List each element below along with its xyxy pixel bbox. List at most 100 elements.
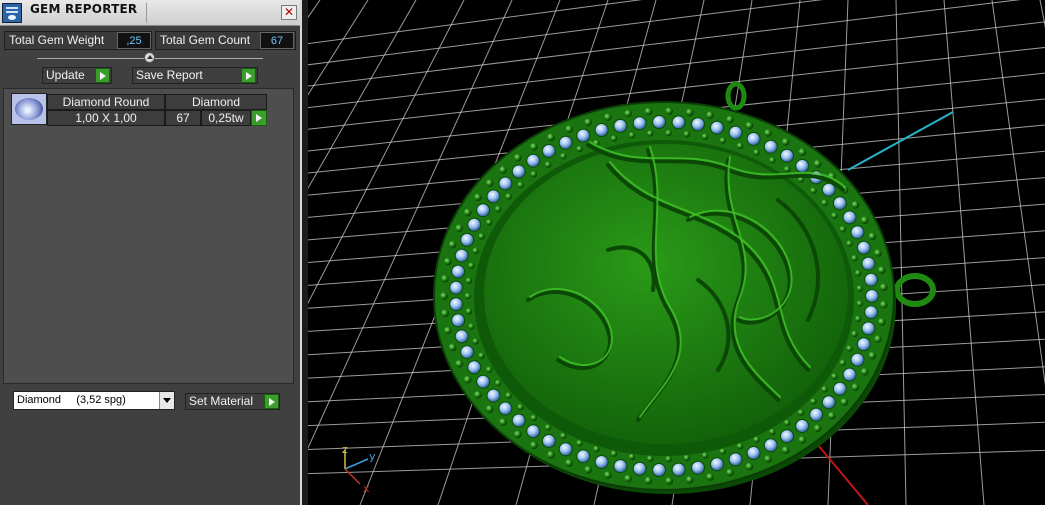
- diamond-stone: [856, 240, 871, 255]
- diamond-stone: [842, 210, 857, 225]
- grid-line: [308, 21, 1045, 109]
- gem-weight-cell: 0,25tw: [201, 110, 251, 126]
- viewport-3d[interactable]: z y x: [308, 0, 1045, 505]
- diamond-stone: [594, 455, 609, 469]
- diamond-stone: [780, 148, 794, 163]
- diamond-stone: [710, 457, 724, 472]
- rim-bead: [628, 453, 636, 460]
- rim-bead: [736, 443, 744, 450]
- rim-bead: [665, 455, 672, 463]
- diamond-stone: [511, 413, 526, 428]
- grid-line: [308, 0, 1021, 87]
- rim-bead: [813, 159, 822, 168]
- rim-bead: [854, 315, 862, 323]
- diamond-stone: [460, 345, 475, 360]
- diamond-stone: [526, 424, 541, 439]
- rim-bead: [854, 269, 862, 277]
- diamond-stone: [467, 217, 482, 232]
- rim-bead: [868, 232, 877, 241]
- panel-collapse-handle[interactable]: [144, 52, 155, 63]
- diamond-stone: [728, 452, 743, 467]
- material-select[interactable]: Diamond (3,52 spg): [13, 391, 175, 410]
- diamond-stone: [632, 116, 647, 131]
- diamond-stone: [467, 360, 482, 375]
- rim-bead: [444, 326, 452, 335]
- chevron-down-icon[interactable]: [159, 392, 174, 409]
- diamond-stone: [861, 321, 876, 336]
- rim-bead: [499, 166, 507, 174]
- set-material-button-label: Set Material: [189, 394, 254, 408]
- rim-bead: [517, 403, 524, 411]
- rim-bead: [576, 145, 583, 153]
- rim-bead: [683, 454, 691, 462]
- rim-bead: [544, 424, 552, 431]
- rim-bead: [584, 465, 592, 474]
- rim-bead: [736, 142, 744, 149]
- rim-bead: [797, 409, 805, 416]
- rim-bead: [468, 323, 475, 330]
- rim-bead: [604, 113, 612, 121]
- rim-bead: [530, 414, 537, 421]
- save-report-button[interactable]: Save Report: [132, 67, 258, 84]
- update-button[interactable]: Update: [42, 67, 112, 84]
- diamond-stone: [558, 135, 573, 150]
- total-gem-weight-value[interactable]: ,25: [117, 32, 151, 49]
- rim-bead: [665, 107, 673, 115]
- axis-y-label: y: [369, 450, 376, 463]
- rim-bead: [472, 338, 479, 345]
- total-gem-count-value[interactable]: 67: [260, 32, 294, 49]
- diamond-stone: [763, 139, 778, 154]
- rim-bead: [604, 471, 612, 479]
- rim-bead: [878, 266, 886, 274]
- rim-bead: [880, 300, 888, 309]
- rim-bead: [495, 379, 502, 387]
- rim-bead: [810, 398, 817, 405]
- panel-titlebar[interactable]: GEM REPORTER ✕: [0, 0, 300, 26]
- diamond-thumbnail-icon: [11, 93, 47, 125]
- titlebar-divider: [146, 3, 147, 23]
- rim-bead: [647, 130, 654, 137]
- rim-bead: [444, 257, 452, 266]
- rim-bead: [874, 249, 882, 257]
- diamond-stone: [809, 407, 824, 422]
- rim-bead: [831, 212, 838, 219]
- rim-bead: [441, 309, 449, 318]
- rim-bead: [530, 441, 538, 450]
- diamond-stone: [498, 401, 513, 416]
- rim-bead: [851, 330, 858, 338]
- play-arrow-icon[interactable]: [95, 68, 110, 83]
- diamond-stone: [832, 196, 847, 211]
- rim-bead: [624, 109, 632, 118]
- rim-bead: [846, 240, 853, 247]
- diamond-stone: [842, 367, 857, 382]
- rim-bead: [745, 121, 754, 130]
- rim-bead: [831, 373, 838, 380]
- rim-bead: [485, 405, 494, 413]
- play-arrow-icon[interactable]: [251, 110, 267, 126]
- diamond-stone: [541, 434, 556, 448]
- diamond-stone: [511, 164, 526, 179]
- rim-bead: [463, 375, 472, 384]
- diamond-stone: [558, 442, 573, 457]
- rim-bead: [781, 446, 790, 454]
- close-icon[interactable]: ✕: [281, 5, 297, 20]
- play-arrow-icon[interactable]: [264, 394, 279, 409]
- grid-line: [895, 0, 907, 505]
- rim-bead: [851, 383, 860, 392]
- diamond-stone: [613, 459, 628, 474]
- rim-bead: [448, 343, 457, 352]
- set-material-button[interactable]: Set Material: [185, 393, 280, 410]
- grid-line: [1039, 0, 1045, 28]
- diamond-stone: [710, 120, 724, 135]
- rim-bead: [560, 432, 567, 440]
- play-arrow-icon[interactable]: [241, 68, 256, 83]
- rim-bead: [769, 428, 776, 435]
- x-axis-line: [817, 444, 869, 505]
- grid-line: [308, 0, 321, 19]
- rim-bead: [455, 360, 464, 368]
- diamond-stone: [451, 264, 466, 279]
- diamond-stone: [691, 460, 705, 475]
- rim-bead: [465, 308, 473, 315]
- diamond-stone: [526, 153, 541, 168]
- rim-bead: [486, 219, 493, 226]
